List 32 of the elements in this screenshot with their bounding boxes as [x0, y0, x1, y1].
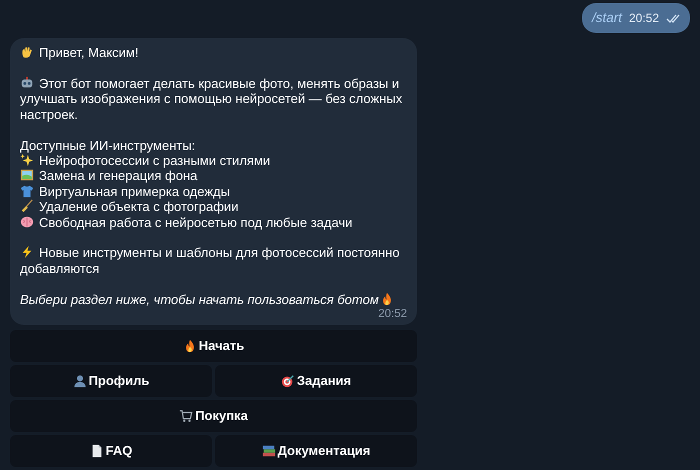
- books-icon: [262, 444, 276, 458]
- robot-icon: [20, 76, 34, 90]
- tool-list-item: Свободная работа с нейросетью под любые задачи: [39, 214, 352, 230]
- note-paragraph: Новые инструменты и шаблоны для фотосессий постоянно добавляются: [20, 245, 400, 276]
- call-to-action-text: Выбери раздел ниже, чтобы начать пользоваться ботом: [20, 292, 379, 307]
- intro-paragraph: Этот бот помогает делать красивые фото, менять образы и улучшать изображения с помощью нейросетей — без сложных настроек.: [20, 76, 404, 122]
- tool-list-item: Удаление объекта с фотографии: [39, 199, 238, 214]
- shirt-icon: [20, 184, 34, 198]
- tool-list-item: Нейрофотосессии с разными стилями: [39, 153, 270, 168]
- person-icon: [72, 374, 87, 388]
- broom-icon: [20, 199, 34, 214]
- command-text: /start: [592, 9, 622, 27]
- keyboard-button[interactable]: Профиль: [10, 365, 212, 398]
- greeting-text: Привет, Максим!: [39, 45, 138, 60]
- cart-icon: [179, 409, 194, 424]
- sparkles-icon: [20, 153, 34, 168]
- keyboard-button[interactable]: Задания: [215, 365, 417, 398]
- target-icon: [280, 374, 295, 388]
- message-time: 20:52: [378, 308, 407, 320]
- message-time: 20:52: [628, 10, 659, 28]
- hand-icon: [20, 45, 34, 60]
- keyboard-button[interactable]: Покупка: [10, 400, 417, 432]
- tools-heading: Доступные ИИ-инструменты:: [20, 138, 196, 153]
- keyboard-button[interactable]: FAQ: [10, 435, 212, 468]
- lightning-icon: [20, 245, 34, 260]
- tool-list-item: Замена и генерация фона: [39, 168, 198, 184]
- brain-icon: [20, 214, 34, 229]
- keyboard-button[interactable]: Начать: [10, 330, 417, 362]
- picture-icon: [20, 168, 34, 182]
- keyboard-button[interactable]: Документация: [215, 435, 417, 468]
- document-icon: [90, 444, 104, 458]
- tool-list-item: Виртуальная примерка одежды: [39, 184, 230, 199]
